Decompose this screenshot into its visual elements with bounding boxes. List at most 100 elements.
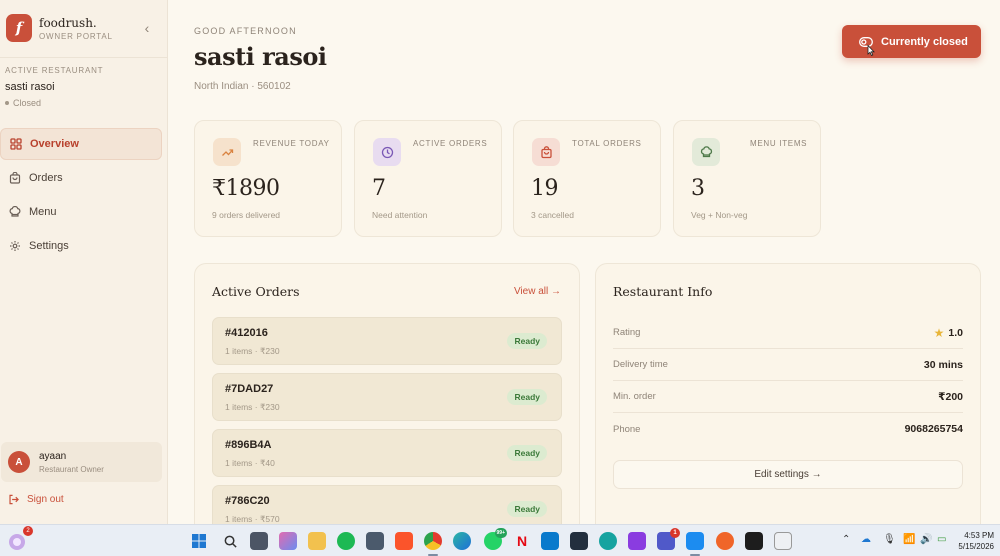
status-badge: Ready (507, 501, 547, 517)
sign-out-label: Sign out (27, 494, 64, 505)
clock-date: 5/15/2026 (958, 542, 994, 551)
sidebar: f foodrush. OWNER PORTAL ‹ ACTIVE RESTAU… (0, 0, 168, 524)
windows-start-icon[interactable] (190, 532, 208, 550)
stat-card-active-orders: ACTIVE ORDERS 7 Need attention (354, 120, 502, 237)
brand[interactable]: f foodrush. OWNER PORTAL (6, 14, 113, 42)
teams-icon[interactable]: 1 (657, 528, 680, 550)
sidebar-item-orders[interactable]: Orders (0, 162, 162, 194)
info-key: Rating (613, 327, 641, 338)
info-value: ★ 1.0 (934, 326, 963, 340)
notifications-icon[interactable]: 2 (6, 526, 33, 552)
active-orders-panel: Active Orders View all → #412016 1 items… (194, 263, 580, 525)
order-id: #7DAD27 (225, 383, 274, 395)
info-value: 9068265754 (904, 423, 963, 435)
user-role: Restaurant Owner (39, 464, 104, 474)
stat-value: 19 (531, 176, 559, 201)
sidebar-item-overview[interactable]: Overview (0, 128, 162, 160)
stat-card-revenue: REVENUE TODAY ₹1890 9 orders delivered (194, 120, 342, 237)
brand-subtitle: OWNER PORTAL (39, 31, 113, 41)
sign-out-button[interactable]: Sign out (8, 494, 64, 505)
info-key: Phone (613, 423, 641, 435)
sidebar-item-settings[interactable]: Settings (0, 230, 162, 262)
user-card[interactable]: A ayaan Restaurant Owner (1, 442, 162, 482)
chevron-up-icon[interactable]: ⌃ (842, 534, 850, 545)
mouse-cursor-icon (867, 44, 875, 57)
volume-icon[interactable]: 🔊 (920, 534, 932, 545)
stat-card-total-orders: TOTAL ORDERS 19 3 cancelled (513, 120, 661, 237)
stat-label: MENU ITEMS (750, 139, 808, 148)
store-status-toggle-button[interactable]: Currently closed (842, 25, 981, 58)
panel-title: Restaurant Info (613, 284, 713, 299)
vscode-icon[interactable] (541, 532, 559, 550)
sidebar-item-menu[interactable]: Menu (0, 196, 162, 228)
copilot-icon[interactable] (279, 532, 297, 550)
rating-value: 1.0 (948, 326, 963, 339)
obsidian-icon[interactable] (628, 532, 646, 550)
order-row[interactable]: #7DAD27 1 items · ₹230 Ready (212, 373, 562, 421)
sidebar-item-label: Settings (29, 240, 69, 252)
page-title: sasti rasoi (194, 42, 327, 71)
onedrive-icon[interactable]: ☁ (861, 534, 871, 545)
brave-icon[interactable] (395, 532, 413, 550)
jetbrains-icon[interactable] (745, 532, 763, 550)
stat-subtext: 3 cancelled (531, 210, 575, 220)
stat-card-menu-items: MENU ITEMS 3 Veg + Non-veg (673, 120, 821, 237)
postman-icon[interactable] (716, 532, 734, 550)
sidebar-item-label: Menu (29, 206, 57, 218)
spotify-icon[interactable] (337, 532, 355, 550)
order-row[interactable]: #896B4A 1 items · ₹40 Ready (212, 429, 562, 477)
edge-icon[interactable] (453, 532, 471, 550)
active-restaurant-status: Closed (5, 98, 103, 108)
brand-logo: f (6, 14, 32, 42)
order-row[interactable]: #786C20 1 items · ₹570 Ready (212, 485, 562, 525)
restaurant-info-panel: Restaurant Info Rating ★ 1.0 Delivery tim… (595, 263, 981, 524)
notification-count: 2 (23, 526, 33, 536)
status-badge: Ready (507, 445, 547, 461)
stat-label: REVENUE TODAY (253, 139, 330, 148)
active-restaurant-label: ACTIVE RESTAURANT (5, 66, 104, 75)
info-row-min-order: Min. order ₹200 (613, 381, 963, 413)
view-all-link[interactable]: View all → (514, 286, 561, 297)
avatar: A (8, 451, 30, 473)
chrome-icon[interactable] (424, 532, 442, 550)
status-badge: Ready (507, 389, 547, 405)
info-row-phone: Phone 9068265754 (613, 413, 963, 445)
bag-icon (9, 172, 21, 184)
store-icon[interactable] (366, 532, 384, 550)
whatsapp-icon[interactable]: 99+ (484, 528, 507, 550)
notepad-icon[interactable] (774, 532, 792, 550)
grid-icon (10, 138, 22, 150)
status-text: Closed (13, 98, 42, 108)
teams-badge: 1 (670, 528, 680, 538)
clock[interactable]: 4:53 PM 5/15/2026 (958, 530, 994, 552)
status-dot-icon (5, 101, 9, 105)
docker-icon[interactable] (686, 532, 704, 550)
order-meta: 1 items · ₹40 (225, 458, 275, 468)
sidebar-nav: Overview Orders Menu Settings (0, 128, 162, 264)
search-icon[interactable] (221, 532, 239, 550)
chef-hat-icon (9, 206, 21, 218)
cursor-app-icon[interactable] (599, 532, 617, 550)
stat-label: TOTAL ORDERS (572, 139, 642, 148)
whatsapp-badge: 99+ (494, 528, 507, 538)
collapse-sidebar-icon[interactable]: ‹ (140, 20, 154, 36)
taskbar: 2 99+ N 1 ⌃ ☁ 🎙 📶 🔊 ▭ 4:53 PM 5/15/2026 (0, 524, 1000, 556)
order-row[interactable]: #412016 1 items · ₹230 Ready (212, 317, 562, 365)
stat-subtext: 9 orders delivered (212, 210, 281, 220)
battery-icon[interactable]: ▭ (937, 534, 946, 545)
netflix-icon[interactable]: N (513, 532, 531, 550)
logout-icon (9, 494, 19, 505)
sidebar-item-label: Orders (29, 172, 63, 184)
info-row-rating: Rating ★ 1.0 (613, 317, 963, 349)
wifi-icon[interactable]: 📶 (903, 534, 915, 545)
edit-settings-button[interactable]: Edit settings → (613, 460, 963, 489)
restaurant-meta: North Indian · 560102 (194, 81, 291, 92)
active-restaurant: ACTIVE RESTAURANT sasti rasoi Closed (5, 66, 103, 108)
file-explorer-icon[interactable] (308, 532, 326, 550)
store-status-label: Currently closed (881, 35, 968, 48)
microphone-icon[interactable]: 🎙 (883, 534, 896, 545)
info-key: Min. order (613, 391, 656, 402)
task-view-icon[interactable] (250, 532, 268, 550)
stat-value: ₹1890 (212, 176, 280, 201)
kindle-icon[interactable] (570, 532, 588, 550)
